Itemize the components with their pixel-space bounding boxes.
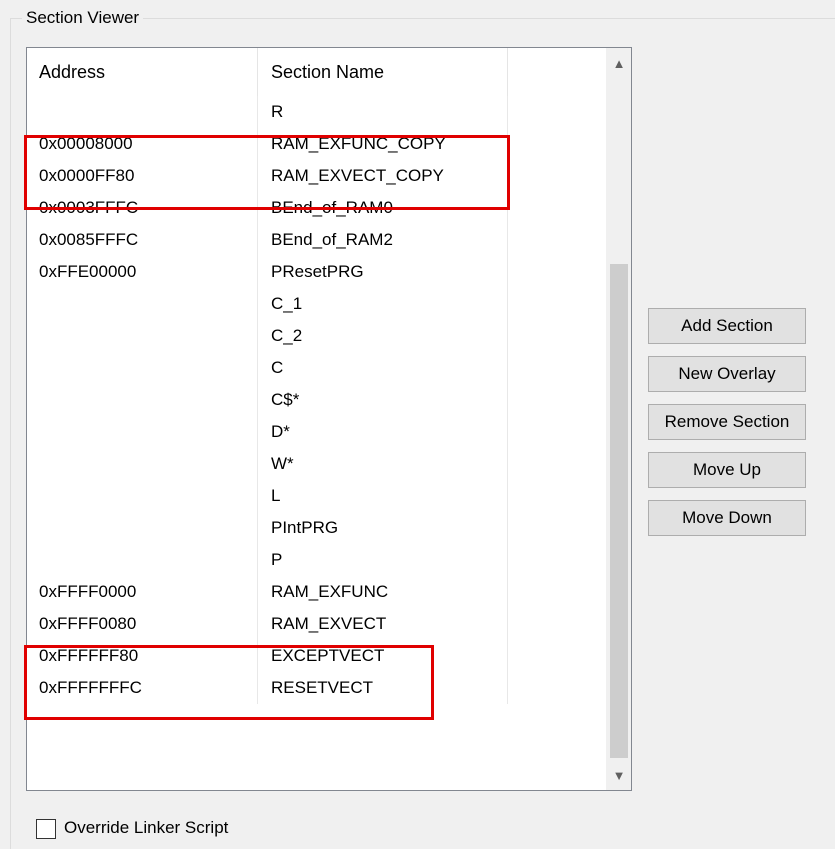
address-cell: 0x0085FFFC <box>27 224 258 256</box>
empty-cell <box>508 96 607 128</box>
address-cell <box>27 320 258 352</box>
override-linker-script-checkbox[interactable] <box>36 819 56 839</box>
address-cell: 0x0000FF80 <box>27 160 258 192</box>
section-name-cell: BEnd_of_RAM0 <box>258 192 508 224</box>
table-row[interactable]: 0xFFE00000 PResetPRG <box>27 256 607 288</box>
table-row[interactable]: 0xFFFF0000 RAM_EXFUNC <box>27 576 607 608</box>
address-cell <box>27 288 258 320</box>
section-name-cell: RAM_EXVECT_COPY <box>258 160 508 192</box>
table-row[interactable]: PIntPRG <box>27 512 607 544</box>
empty-cell <box>508 384 607 416</box>
table-row[interactable]: D* <box>27 416 607 448</box>
vertical-scrollbar[interactable]: ▲ ▼ <box>606 48 631 790</box>
empty-cell <box>508 512 607 544</box>
empty-cell <box>508 416 607 448</box>
section-name-cell: RAM_EXFUNC_COPY <box>258 128 508 160</box>
section-name-cell: PResetPRG <box>258 256 508 288</box>
table-row[interactable]: 0x0003FFFC BEnd_of_RAM0 <box>27 192 607 224</box>
table-row[interactable]: C <box>27 352 607 384</box>
column-header-section-name[interactable]: Section Name <box>258 48 508 96</box>
override-linker-script-label: Override Linker Script <box>64 818 229 837</box>
address-cell <box>27 544 258 576</box>
remove-section-button[interactable]: Remove Section <box>648 404 806 440</box>
section-name-cell: C$* <box>258 384 508 416</box>
empty-cell <box>508 288 607 320</box>
section-name-cell: RESETVECT <box>258 672 508 704</box>
section-name-cell: RAM_EXFUNC <box>258 576 508 608</box>
empty-cell <box>508 448 607 480</box>
empty-cell <box>508 672 607 704</box>
chevron-up-icon[interactable]: ▲ <box>607 52 631 76</box>
table-row[interactable]: R <box>27 96 607 128</box>
list-header: Address Section Name <box>27 48 607 96</box>
table-row[interactable]: 0xFFFFFFFC RESETVECT <box>27 672 607 704</box>
section-name-cell: C_2 <box>258 320 508 352</box>
empty-cell <box>508 608 607 640</box>
section-name-cell: EXCEPTVECT <box>258 640 508 672</box>
section-name-cell: RAM_EXVECT <box>258 608 508 640</box>
table-row[interactable]: 0x00008000 RAM_EXFUNC_COPY <box>27 128 607 160</box>
table-row[interactable]: C_2 <box>27 320 607 352</box>
table-row[interactable]: C$* <box>27 384 607 416</box>
address-cell <box>27 352 258 384</box>
table-row[interactable]: 0xFFFF0080 RAM_EXVECT <box>27 608 607 640</box>
column-header-address[interactable]: Address <box>27 48 258 96</box>
column-header-empty[interactable] <box>508 48 607 96</box>
section-list[interactable]: Address Section Name R 0x00008000 RAM_EXFU… <box>26 47 632 791</box>
address-cell: 0xFFFF0000 <box>27 576 258 608</box>
table-row[interactable]: C_1 <box>27 288 607 320</box>
empty-cell <box>508 576 607 608</box>
section-name-cell: R <box>258 96 508 128</box>
add-section-button[interactable]: Add Section <box>648 308 806 344</box>
table-row[interactable]: 0x0085FFFC BEnd_of_RAM2 <box>27 224 607 256</box>
scrollbar-thumb[interactable] <box>610 264 628 758</box>
empty-cell <box>508 256 607 288</box>
chevron-down-icon[interactable]: ▼ <box>607 764 631 788</box>
table-row[interactable]: 0xFFFFFF80 EXCEPTVECT <box>27 640 607 672</box>
table-row[interactable]: L <box>27 480 607 512</box>
move-down-button[interactable]: Move Down <box>648 500 806 536</box>
address-cell: 0xFFFF0080 <box>27 608 258 640</box>
empty-cell <box>508 352 607 384</box>
empty-cell <box>508 320 607 352</box>
empty-cell <box>508 640 607 672</box>
section-name-cell: L <box>258 480 508 512</box>
empty-cell <box>508 128 607 160</box>
address-cell: 0x00008000 <box>27 128 258 160</box>
address-cell: 0xFFE00000 <box>27 256 258 288</box>
address-cell <box>27 480 258 512</box>
address-cell: 0xFFFFFFFC <box>27 672 258 704</box>
table-row[interactable]: W* <box>27 448 607 480</box>
address-cell: 0x0003FFFC <box>27 192 258 224</box>
section-name-cell: W* <box>258 448 508 480</box>
move-up-button[interactable]: Move Up <box>648 452 806 488</box>
address-cell <box>27 512 258 544</box>
address-cell <box>27 96 258 128</box>
address-cell <box>27 448 258 480</box>
table-row[interactable]: 0x0000FF80 RAM_EXVECT_COPY <box>27 160 607 192</box>
empty-cell <box>508 544 607 576</box>
empty-cell <box>508 224 607 256</box>
section-name-cell: D* <box>258 416 508 448</box>
section-name-cell: C_1 <box>258 288 508 320</box>
empty-cell <box>508 192 607 224</box>
address-cell <box>27 384 258 416</box>
address-cell <box>27 416 258 448</box>
section-name-cell: C <box>258 352 508 384</box>
section-name-cell: PIntPRG <box>258 512 508 544</box>
section-name-cell: P <box>258 544 508 576</box>
section-name-cell: BEnd_of_RAM2 <box>258 224 508 256</box>
empty-cell <box>508 480 607 512</box>
group-title: Section Viewer <box>22 8 144 28</box>
new-overlay-button[interactable]: New Overlay <box>648 356 806 392</box>
empty-cell <box>508 160 607 192</box>
table-row[interactable]: P <box>27 544 607 576</box>
address-cell: 0xFFFFFF80 <box>27 640 258 672</box>
